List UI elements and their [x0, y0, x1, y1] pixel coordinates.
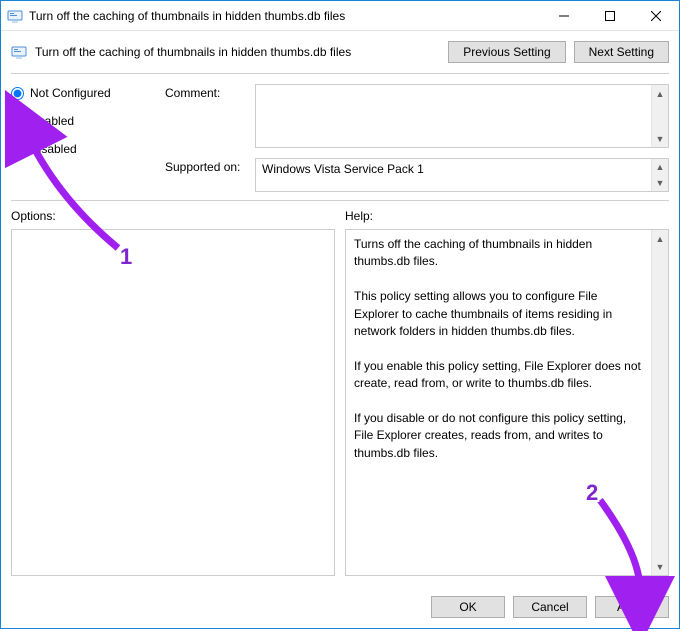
window-title: Turn off the caching of thumbnails in hi… [29, 9, 541, 23]
help-content: Turns off the caching of thumbnails in h… [346, 230, 651, 575]
previous-setting-button[interactable]: Previous Setting [448, 41, 565, 63]
radio-label: Enabled [30, 114, 74, 128]
comment-row: Comment: ▲ ▼ [165, 84, 669, 148]
minimize-button[interactable] [541, 1, 587, 31]
supported-scrollbar[interactable]: ▲ ▼ [651, 159, 668, 191]
radio-label: Not Configured [30, 86, 111, 100]
scroll-down-icon[interactable]: ▼ [652, 130, 668, 147]
header-row: Turn off the caching of thumbnails in hi… [11, 37, 669, 74]
maximize-button[interactable] [587, 1, 633, 31]
scroll-up-icon[interactable]: ▲ [652, 85, 668, 102]
policy-icon [11, 44, 27, 60]
close-button[interactable] [633, 1, 679, 31]
comment-field[interactable]: ▲ ▼ [255, 84, 669, 148]
comment-text[interactable] [256, 85, 651, 147]
scroll-up-icon[interactable]: ▲ [652, 159, 668, 175]
help-label: Help: [345, 209, 669, 225]
radio-label: Disabled [30, 142, 77, 156]
policy-heading: Turn off the caching of thumbnails in hi… [35, 45, 440, 59]
scroll-up-icon[interactable]: ▲ [652, 230, 668, 247]
titlebar: Turn off the caching of thumbnails in hi… [1, 1, 679, 31]
next-setting-button[interactable]: Next Setting [574, 41, 669, 63]
fields-column: Comment: ▲ ▼ Supported on: Windows Vista… [165, 84, 669, 192]
dialog-body: Turn off the caching of thumbnails in hi… [1, 31, 679, 586]
footer-buttons: OK Cancel Apply [1, 586, 679, 628]
supported-row: Supported on: Windows Vista Service Pack… [165, 158, 669, 192]
comment-scrollbar[interactable]: ▲ ▼ [651, 85, 668, 147]
lower-row: Options: Help: Turns off the caching of … [11, 201, 669, 576]
supported-text: Windows Vista Service Pack 1 [256, 159, 651, 191]
settings-row: Not Configured Enabled Disabled Comment: [11, 74, 669, 201]
ok-button[interactable]: OK [431, 596, 505, 618]
apply-button[interactable]: Apply [595, 596, 669, 618]
supported-label: Supported on: [165, 158, 245, 192]
radio-not-configured[interactable]: Not Configured [11, 86, 151, 100]
options-content [12, 230, 334, 575]
radio-enabled-input[interactable] [11, 115, 24, 128]
radio-disabled-input[interactable] [11, 143, 24, 156]
help-scrollbar[interactable]: ▲ ▼ [651, 230, 668, 575]
help-column: Help: Turns off the caching of thumbnail… [345, 209, 669, 576]
supported-field: Windows Vista Service Pack 1 ▲ ▼ [255, 158, 669, 192]
radio-group: Not Configured Enabled Disabled [11, 84, 151, 192]
radio-disabled[interactable]: Disabled [11, 142, 151, 156]
options-column: Options: [11, 209, 335, 576]
scroll-down-icon[interactable]: ▼ [652, 558, 668, 575]
cancel-button[interactable]: Cancel [513, 596, 587, 618]
radio-enabled[interactable]: Enabled [11, 114, 151, 128]
dialog-window: Turn off the caching of thumbnails in hi… [0, 0, 680, 629]
scroll-down-icon[interactable]: ▼ [652, 175, 668, 191]
options-panel [11, 229, 335, 576]
radio-not-configured-input[interactable] [11, 87, 24, 100]
comment-label: Comment: [165, 84, 245, 148]
options-label: Options: [11, 209, 335, 225]
help-panel: Turns off the caching of thumbnails in h… [345, 229, 669, 576]
gpo-icon [7, 8, 23, 24]
